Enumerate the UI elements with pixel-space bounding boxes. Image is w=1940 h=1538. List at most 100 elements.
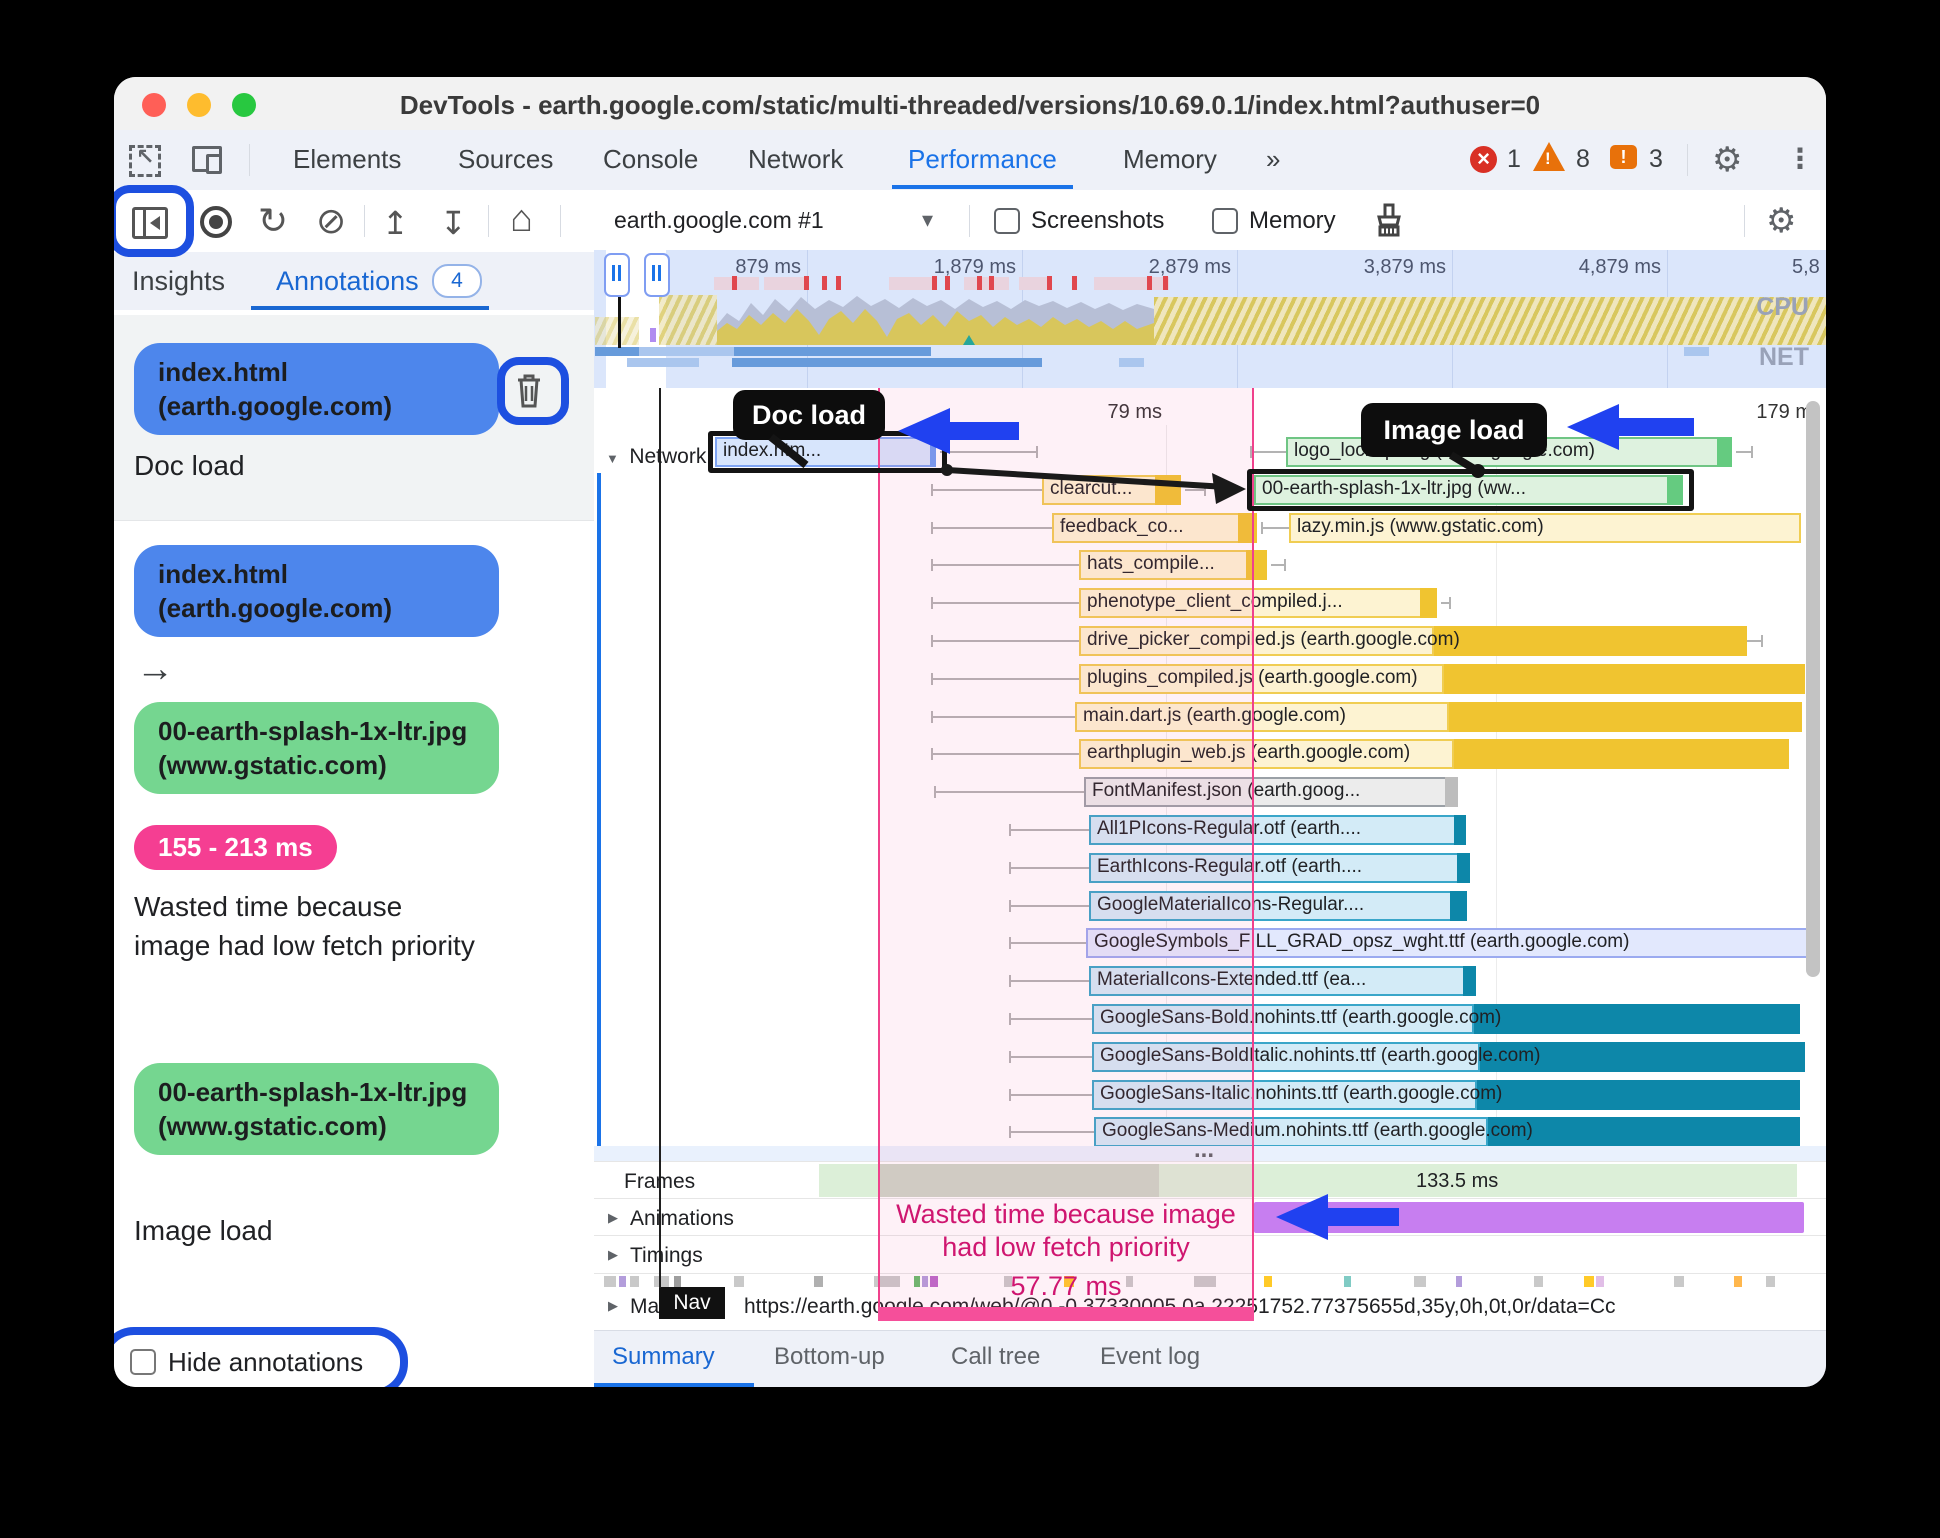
request-download-cap xyxy=(1445,777,1458,807)
device-toolbar-icon[interactable] xyxy=(192,146,222,174)
annotation-circle-hide-annotations xyxy=(114,1327,408,1387)
save-profile-icon[interactable]: ↧ xyxy=(440,204,467,242)
console-errors-badge[interactable]: × xyxy=(1470,146,1497,173)
request-download-cap xyxy=(1450,891,1467,921)
load-profile-icon[interactable]: ↥ xyxy=(382,204,409,242)
bottom-tab-bar: Summary Bottom-up Call tree Event log xyxy=(594,1330,1826,1387)
tab-elements[interactable]: Elements xyxy=(289,130,405,189)
image-load-annotation-label[interactable]: Image load xyxy=(1361,403,1547,457)
animations-arrow-body xyxy=(1326,1208,1399,1226)
settings-gear-icon[interactable]: ⚙ xyxy=(1712,140,1742,180)
capture-settings-gear-icon[interactable]: ⚙ xyxy=(1766,201,1796,241)
minimap-nav-marker xyxy=(618,291,621,348)
annotation-label: Doc load xyxy=(134,450,245,481)
inspect-icon[interactable]: ↖ xyxy=(129,144,161,177)
annotation-item-image-load[interactable]: 00-earth-splash-1x-ltr.jpg (www.gstatic.… xyxy=(114,1055,594,1295)
request-whisker-right xyxy=(1441,602,1449,604)
hide-annotations-control[interactable]: Hide annotations xyxy=(114,1327,414,1387)
main-activity-chip xyxy=(814,1276,823,1287)
request-whisker-right xyxy=(1271,564,1284,566)
cpu-activity-chart xyxy=(717,296,1154,345)
net-band-label: NET xyxy=(1759,343,1809,371)
annotation-label: Image load xyxy=(134,1215,273,1246)
more-options-icon[interactable]: ⋮ xyxy=(1786,142,1814,175)
vertical-scrollbar[interactable] xyxy=(1806,401,1820,977)
long-task-tick xyxy=(732,276,737,290)
more-tabs-icon[interactable]: » xyxy=(1262,130,1284,189)
panel-focus-indicator xyxy=(597,473,601,1146)
reload-and-record-button[interactable]: ↻ xyxy=(258,200,288,242)
wasted-time-start-line[interactable] xyxy=(878,388,880,1320)
image-load-arrow-body xyxy=(1617,418,1694,436)
devtools-tab-bar: ↖ Elements Sources Console Network Performan… xyxy=(114,130,1826,191)
request-download-segment xyxy=(1434,626,1747,656)
request-download-segment xyxy=(1454,739,1789,769)
time-range-pill[interactable]: 155 - 213 ms xyxy=(134,825,337,870)
collapse-network-icon[interactable]: ▼ xyxy=(606,451,619,466)
tab-network[interactable]: Network xyxy=(744,130,847,189)
screenshots-label[interactable]: Screenshots xyxy=(1031,207,1164,235)
long-task-tick xyxy=(1147,276,1152,290)
overview-ruler-label: 4,879 ms xyxy=(1578,256,1661,278)
detail-ruler-label: 179 m xyxy=(1756,401,1812,423)
main-activity-chip xyxy=(604,1276,616,1287)
request-whisker-left xyxy=(1261,527,1289,529)
tab-sources[interactable]: Sources xyxy=(454,130,557,189)
issues-icon[interactable]: ! xyxy=(1610,145,1637,169)
long-task-tick xyxy=(1163,276,1168,290)
bottom-tab-bottom-up[interactable]: Bottom-up xyxy=(774,1343,885,1371)
overview-window-right-handle[interactable] xyxy=(644,253,670,297)
main-activity-chip xyxy=(1596,1276,1604,1287)
tab-insights[interactable]: Insights xyxy=(132,266,225,297)
bottom-tab-summary[interactable]: Summary xyxy=(612,1343,715,1371)
expand-main-icon[interactable]: ▶ xyxy=(608,1298,618,1314)
bottom-tab-call-tree[interactable]: Call tree xyxy=(951,1343,1040,1371)
tab-performance[interactable]: Performance xyxy=(892,130,1073,189)
expand-timings-icon[interactable]: ▶ xyxy=(608,1247,618,1263)
expand-animations-icon[interactable]: ▶ xyxy=(608,1210,618,1226)
wasted-time-range-bar[interactable] xyxy=(878,1307,1254,1321)
tab-console[interactable]: Console xyxy=(599,130,702,189)
request-whisker-cap xyxy=(1284,559,1286,571)
performance-toolbar: ↻ ⊘ ↥ ↧ ⌂ earth.google.com #1 ▾ Screensh… xyxy=(114,185,1826,257)
wasted-time-region xyxy=(878,388,1254,1320)
request-whisker-cap xyxy=(1761,635,1763,647)
filmstrip-segment xyxy=(964,277,1009,290)
annotation-entry-pill[interactable]: 00-earth-splash-1x-ltr.jpg (www.gstatic.… xyxy=(134,1063,499,1155)
overview-window-left-handle[interactable] xyxy=(604,253,630,297)
warning-icon[interactable]: ! xyxy=(1533,142,1565,171)
wasted-time-end-line[interactable] xyxy=(1252,388,1254,1320)
doc-load-annotation-label[interactable]: Doc load xyxy=(733,390,885,440)
net-activity-bar xyxy=(734,347,931,356)
issue-count: 3 xyxy=(1649,145,1663,173)
home-icon[interactable]: ⌂ xyxy=(510,198,533,241)
annotation-entry-pill[interactable]: index.html (earth.google.com) xyxy=(134,545,499,637)
main-activity-chip xyxy=(1456,1276,1462,1287)
tab-annotations[interactable]: Annotations xyxy=(276,266,419,297)
memory-checkbox[interactable] xyxy=(1212,208,1238,234)
main-activity-chip xyxy=(1766,1276,1775,1287)
collect-garbage-icon[interactable] xyxy=(1372,203,1406,239)
network-track-header[interactable]: ▼ Network xyxy=(606,445,706,469)
image-load-arrow-icon xyxy=(1567,404,1619,450)
main-activity-chip xyxy=(1414,1276,1426,1287)
annotation-entry-pill[interactable]: index.html (earth.google.com) xyxy=(134,343,499,435)
clear-button[interactable]: ⊘ xyxy=(316,200,346,242)
chevron-down-icon[interactable]: ▾ xyxy=(922,207,933,233)
annotated-entry-outline[interactable] xyxy=(1247,469,1694,511)
timeline-overview[interactable]: 879 ms 1,879 ms 2,879 ms 3,879 ms 4,879 ms 5,… xyxy=(594,250,1826,389)
filmstrip-segment xyxy=(889,277,934,290)
cpu-band-label: CPU xyxy=(1756,293,1809,321)
annotation-entry-pill[interactable]: 00-earth-splash-1x-ltr.jpg (www.gstatic.… xyxy=(134,702,499,794)
screenshots-checkbox[interactable] xyxy=(994,208,1020,234)
overview-ruler-label: 879 ms xyxy=(735,256,801,278)
memory-label[interactable]: Memory xyxy=(1249,207,1336,235)
timings-track-label: Timings xyxy=(630,1244,703,1267)
tab-memory[interactable]: Memory xyxy=(1119,130,1221,189)
annotation-item-doc-load[interactable]: index.html (earth.google.com) Doc load xyxy=(114,315,594,521)
long-task-tick xyxy=(822,276,827,290)
target-selector[interactable]: earth.google.com #1 xyxy=(614,207,824,234)
annotation-item-time-range[interactable]: 155 - 213 ms Wasted time because image h… xyxy=(114,815,594,1055)
record-button[interactable] xyxy=(200,206,232,238)
bottom-tab-event-log[interactable]: Event log xyxy=(1100,1343,1200,1371)
